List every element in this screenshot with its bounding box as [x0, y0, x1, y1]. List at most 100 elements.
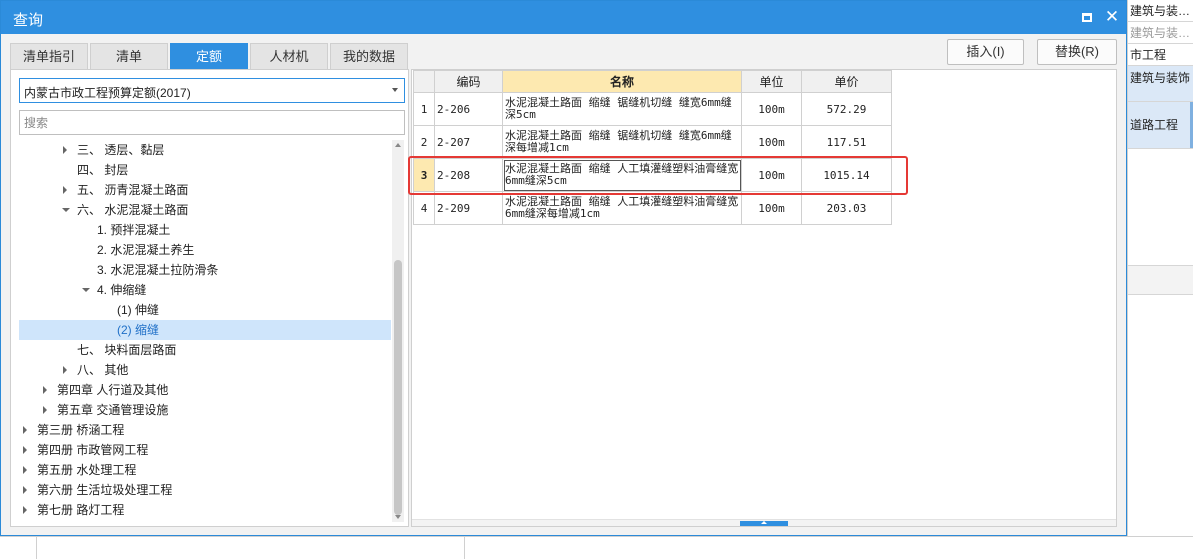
expand-arrow-right-icon[interactable]	[23, 466, 27, 474]
cell-price[interactable]: 117.51	[801, 125, 892, 159]
column-header-code[interactable]: 编码	[434, 70, 503, 93]
column-header-unit[interactable]: 单位	[741, 70, 802, 93]
tree-node-label: 4. 伸缩缝	[97, 283, 147, 297]
expand-arrow-down-icon[interactable]	[82, 288, 90, 292]
cell-price[interactable]: 572.29	[801, 92, 892, 126]
expand-arrow-right-icon[interactable]	[63, 146, 67, 154]
tree-node-selected[interactable]: (2) 缩缝	[19, 320, 391, 340]
expand-arrow-right-icon[interactable]	[23, 506, 27, 514]
insert-button[interactable]: 插入(I)	[947, 39, 1024, 65]
background-row-selected: 道路工程	[1128, 102, 1193, 149]
dialog-title: 查询	[13, 12, 44, 29]
tree-scrollbar[interactable]	[392, 140, 404, 522]
splitter-grip[interactable]	[740, 521, 788, 526]
tab-list[interactable]: 清单	[90, 43, 168, 69]
tree-node[interactable]: 第五册 水处理工程	[19, 460, 391, 480]
tree-node[interactable]: 第五章 交通管理设施	[19, 400, 391, 420]
grid-splitter[interactable]	[412, 519, 1116, 526]
scroll-down-icon[interactable]	[395, 515, 401, 519]
tab-labor-material-machine[interactable]: 人材机	[250, 43, 328, 69]
tab-my-data[interactable]: 我的数据	[330, 43, 408, 69]
maximize-icon	[1082, 13, 1092, 22]
replace-button[interactable]: 替换(R)	[1037, 39, 1117, 65]
column-header-index	[413, 70, 435, 93]
expand-arrow-right-icon[interactable]	[23, 486, 27, 494]
resize-grip-icon[interactable]	[1117, 529, 1125, 537]
scroll-up-icon[interactable]	[395, 143, 401, 147]
search-input[interactable]	[19, 110, 405, 135]
close-button[interactable]: ✕	[1102, 7, 1122, 27]
table-row[interactable]: 1 2-206 水泥混凝土路面 缩缝 锯缝机切缝 缝宽6mm缝深5cm 100m 572…	[413, 92, 892, 126]
tree-node-label: (1) 伸缝	[117, 303, 160, 317]
quota-library-select[interactable]: 内蒙古市政工程预算定额(2017)	[19, 78, 405, 103]
background-panel-strip	[1128, 265, 1193, 295]
tree-node-label: 1. 预拌混凝土	[97, 223, 171, 237]
tree-node[interactable]: 第六册 生活垃圾处理工程	[19, 480, 391, 500]
column-header-name[interactable]: 名称	[502, 70, 742, 93]
tab-quota[interactable]: 定额	[170, 43, 248, 69]
tree-node[interactable]: (1) 伸缝	[19, 300, 391, 320]
cell-name[interactable]: 水泥混凝土路面 缩缝 人工填灌缝塑料油膏缝宽6mm缝深每增减1cm	[502, 191, 742, 225]
tree-node[interactable]: 四、 封层	[19, 160, 391, 180]
cell-unit[interactable]: 100m	[741, 191, 802, 225]
expand-arrow-right-icon[interactable]	[23, 446, 27, 454]
tree-node[interactable]: 2. 水泥混凝土养生	[19, 240, 391, 260]
table-header-row: 编码 名称 单位 单价	[413, 70, 892, 93]
expand-arrow-down-icon[interactable]	[62, 208, 70, 212]
tree-node[interactable]: 4. 伸缩缝	[19, 280, 391, 300]
cell-code[interactable]: 2-207	[434, 125, 503, 159]
background-row: 建筑与装…	[1128, 0, 1193, 22]
cell-code[interactable]: 2-209	[434, 191, 503, 225]
column-header-price[interactable]: 单价	[801, 70, 892, 93]
scrollbar-thumb[interactable]	[394, 260, 402, 515]
tree-node-label: 七、 块料面层路面	[77, 343, 177, 357]
tree-node[interactable]: 五、 沥青混凝土路面	[19, 180, 391, 200]
table-row[interactable]: 4 2-209 水泥混凝土路面 缩缝 人工填灌缝塑料油膏缝宽6mm缝深每增减1cm 1…	[413, 191, 892, 225]
tree-node[interactable]: 第三册 桥涵工程	[19, 420, 391, 440]
chevron-down-icon	[392, 88, 398, 92]
background-row: 建筑与装饰	[1128, 66, 1193, 102]
row-index[interactable]: 1	[413, 92, 435, 126]
background-status-strip	[0, 536, 1193, 559]
dialog-titlebar[interactable]: 查询 ✕	[1, 1, 1126, 34]
table-row[interactable]: 2 2-207 水泥混凝土路面 缩缝 锯缝机切缝 缝宽6mm缝深每增减1cm 100m…	[413, 125, 892, 159]
cell-code[interactable]: 2-206	[434, 92, 503, 126]
cell-unit[interactable]: 100m	[741, 92, 802, 126]
tree-node[interactable]: 八、 其他	[19, 360, 391, 380]
cell-price[interactable]: 203.03	[801, 191, 892, 225]
quota-library-value: 内蒙古市政工程预算定额(2017)	[24, 86, 191, 100]
tree-node[interactable]: 第四章 人行道及其他	[19, 380, 391, 400]
tree-node-label: 第三册 桥涵工程	[37, 423, 125, 437]
expand-arrow-right-icon[interactable]	[63, 186, 67, 194]
divider	[464, 537, 465, 559]
cell-name[interactable]: 水泥混凝土路面 缩缝 锯缝机切缝 缝宽6mm缝深5cm	[502, 92, 742, 126]
tree-node[interactable]: 第四册 市政管网工程	[19, 440, 391, 460]
tree-node[interactable]: 七、 块料面层路面	[19, 340, 391, 360]
row-index[interactable]: 4	[413, 191, 435, 225]
tree-node-label: 3. 水泥混凝土拉防滑条	[97, 263, 219, 277]
expand-arrow-right-icon[interactable]	[43, 406, 47, 414]
expand-arrow-right-icon[interactable]	[43, 386, 47, 394]
tree-node[interactable]: 1. 预拌混凝土	[19, 220, 391, 240]
tree-node-label: 第五册 水处理工程	[37, 463, 137, 477]
quota-table: 编码 名称 单位 单价 1 2-206 水泥混凝土路面 缩缝 锯缝机切缝 缝宽6mm…	[413, 70, 892, 225]
background-app-panel: 建筑与装… 建筑与装… 市工程 建筑与装饰 道路工程	[1127, 0, 1193, 559]
tree-node[interactable]: 三、 透层、黏层	[19, 140, 391, 160]
tree-node[interactable]: 六、 水泥混凝土路面	[19, 200, 391, 220]
tab-list-guide[interactable]: 清单指引	[10, 43, 88, 69]
maximize-button[interactable]	[1077, 7, 1097, 27]
tree-node-label: 四、 封层	[77, 163, 129, 177]
tree-node[interactable]: 3. 水泥混凝土拉防滑条	[19, 260, 391, 280]
cell-name[interactable]: 水泥混凝土路面 缩缝 锯缝机切缝 缝宽6mm缝深每增减1cm	[502, 125, 742, 159]
cell-unit[interactable]: 100m	[741, 125, 802, 159]
row-index[interactable]: 2	[413, 125, 435, 159]
tree-node-label: 第六册 生活垃圾处理工程	[37, 483, 173, 497]
tree-node[interactable]: 第七册 路灯工程	[19, 500, 391, 520]
tree-node-label: 三、 透层、黏层	[77, 143, 165, 157]
query-dialog: 查询 ✕ 清单指引 清单 定额 人材机 我的数据 插入(I) 替换(R) 内蒙古…	[0, 0, 1127, 536]
background-row-label: 道路工程	[1130, 118, 1179, 132]
quota-tree: 三、 透层、黏层 四、 封层五、 沥青混凝土路面 六、 水泥混凝土路面 1. 预拌混凝…	[19, 140, 391, 522]
expand-arrow-right-icon[interactable]	[63, 366, 67, 374]
background-row: 建筑与装…	[1128, 22, 1193, 44]
expand-arrow-right-icon[interactable]	[23, 426, 27, 434]
